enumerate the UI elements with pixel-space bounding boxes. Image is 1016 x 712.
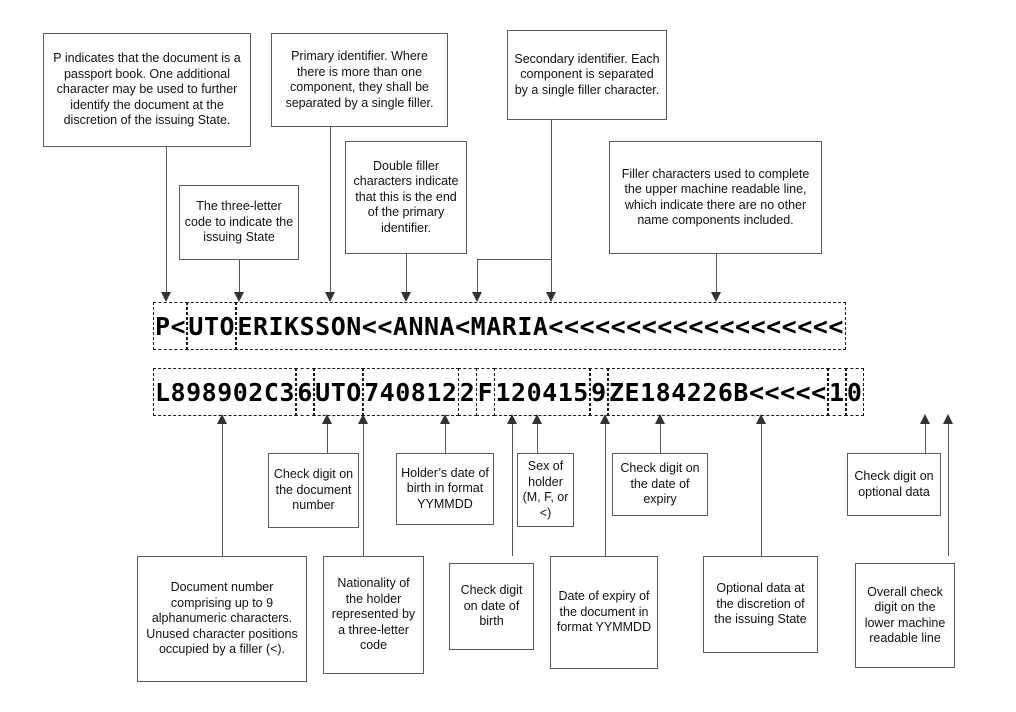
- mrz-group-document-number-check-digit: 6: [295, 368, 315, 416]
- note-nationality-text: Nationality of the holder represented by…: [331, 576, 416, 653]
- note-primary-identifier: Primary identifier. Where there is more …: [271, 33, 448, 127]
- note-optional-data-check: Check digit on optional data: [847, 453, 941, 516]
- note-expiry-check-text: Check digit on the date of expiry: [620, 461, 700, 507]
- connector-date-of-birth: [445, 422, 446, 453]
- mrz-group-sex: F: [475, 368, 496, 416]
- note-sex: Sex of holder (M, F, or <): [517, 453, 574, 527]
- arrow-document-type: [160, 292, 171, 302]
- connector-issuing-state: [239, 260, 240, 294]
- note-double-filler-text: Double filler characters indicate that t…: [353, 158, 459, 235]
- connector-double-filler: [406, 254, 407, 294]
- note-date-of-birth-text: Holder’s date of birth in format YYMMDD: [401, 465, 489, 511]
- mrz-group-optional-data-check-digit: 1: [827, 368, 847, 416]
- connector-secondary-identifier-elbow: [477, 259, 552, 260]
- arrow-optional-data-check: [919, 414, 930, 424]
- note-primary-identifier-text: Primary identifier. Where there is more …: [285, 49, 434, 110]
- mrz-group-overall-check-digit: 0: [844, 368, 865, 416]
- mrz-line-1: P< UTO ERIKSSON<<ANNA<MARIA<<<<<<<<<<<<<…: [153, 302, 846, 350]
- mrz-group-date-of-birth: 740812: [362, 368, 460, 416]
- connector-expiry-check: [660, 422, 661, 453]
- connector-optional-data-check: [925, 422, 926, 453]
- note-optional-data-text: Optional data at the discretion of the i…: [714, 581, 807, 627]
- note-overall-check-text: Overall check digit on the lower machine…: [864, 584, 946, 646]
- connector-primary-identifier: [330, 127, 331, 294]
- note-trailing-fillers: Filler characters used to complete the u…: [609, 141, 822, 254]
- connector-overall-check: [948, 422, 949, 556]
- note-date-of-expiry: Date of expiry of the document in format…: [550, 556, 658, 669]
- mrz-annotated-diagram: P indicates that the document is a passp…: [0, 0, 1016, 712]
- note-overall-check: Overall check digit on the lower machine…: [855, 563, 955, 668]
- note-double-filler: Double filler characters indicate that t…: [345, 141, 467, 254]
- note-document-number-check-text: Check digit on the document number: [273, 467, 354, 513]
- note-trailing-fillers-text: Filler characters used to complete the u…: [621, 166, 810, 228]
- note-document-number-check: Check digit on the document number: [268, 453, 359, 528]
- note-optional-data: Optional data at the discretion of the i…: [703, 556, 818, 653]
- arrow-secondary-identifier-right: [545, 292, 556, 302]
- mrz-group-nationality: UTO: [313, 368, 364, 416]
- mrz-group-doc-type: P<: [153, 302, 189, 350]
- mrz-group-date-of-expiry: 120415: [493, 368, 591, 416]
- note-date-of-expiry-text: Date of expiry of the document in format…: [556, 589, 652, 635]
- mrz-group-name-field: ERIKSSON<<ANNA<MARIA<<<<<<<<<<<<<<<<<<<: [235, 302, 846, 350]
- mrz-line-2: L898902C3 6 UTO 740812 2 F 120415 9 ZE18…: [153, 368, 865, 416]
- mrz-group-date-of-birth-check-digit: 2: [457, 368, 478, 416]
- mrz-group-optional-data: ZE184226B<<<<<: [607, 368, 829, 416]
- note-dob-check-text: Check digit on date of birth: [460, 583, 523, 629]
- note-expiry-check: Check digit on the date of expiry: [612, 453, 708, 516]
- arrow-double-filler: [400, 292, 411, 302]
- connector-document-number-check: [327, 422, 328, 454]
- mrz-group-issuing-state: UTO: [186, 302, 238, 350]
- connector-nationality: [363, 422, 364, 556]
- arrow-issuing-state: [233, 292, 244, 302]
- note-sex-text: Sex of holder (M, F, or <): [522, 459, 569, 520]
- note-date-of-birth: Holder’s date of birth in format YYMMDD: [396, 453, 494, 525]
- note-document-number: Document number comprising up to 9 alpha…: [137, 556, 307, 682]
- connector-dob-check: [512, 422, 513, 556]
- arrow-primary-identifier: [324, 292, 335, 302]
- arrow-overall-check: [942, 414, 953, 424]
- mrz-group-date-of-expiry-check-digit: 9: [589, 368, 609, 416]
- note-secondary-identifier: Secondary identifier. Each component is …: [507, 30, 667, 120]
- note-document-type-text: P indicates that the document is a passp…: [53, 51, 241, 128]
- note-optional-data-check-text: Check digit on optional data: [854, 469, 934, 499]
- note-document-type: P indicates that the document is a passp…: [43, 33, 251, 147]
- note-issuing-state-code-text: The three-letter code to indicate the is…: [184, 199, 294, 245]
- connector-optional-data: [761, 422, 762, 556]
- connector-date-of-expiry: [605, 422, 606, 556]
- connector-document-number: [222, 422, 223, 556]
- note-dob-check: Check digit on date of birth: [449, 563, 534, 650]
- connector-document-type: [166, 147, 167, 294]
- mrz-group-document-number: L898902C3: [153, 368, 297, 416]
- arrow-secondary-identifier-left: [471, 292, 482, 302]
- connector-trailing-fillers: [716, 254, 717, 294]
- note-document-number-text: Document number comprising up to 9 alpha…: [146, 580, 298, 657]
- connector-sex: [537, 422, 538, 453]
- note-issuing-state-code: The three-letter code to indicate the is…: [179, 185, 299, 260]
- arrow-trailing-fillers: [710, 292, 721, 302]
- connector-secondary-identifier-stem: [551, 120, 552, 294]
- connector-secondary-identifier-branch: [477, 259, 478, 294]
- note-secondary-identifier-text: Secondary identifier. Each component is …: [514, 51, 660, 97]
- note-nationality: Nationality of the holder represented by…: [323, 556, 424, 674]
